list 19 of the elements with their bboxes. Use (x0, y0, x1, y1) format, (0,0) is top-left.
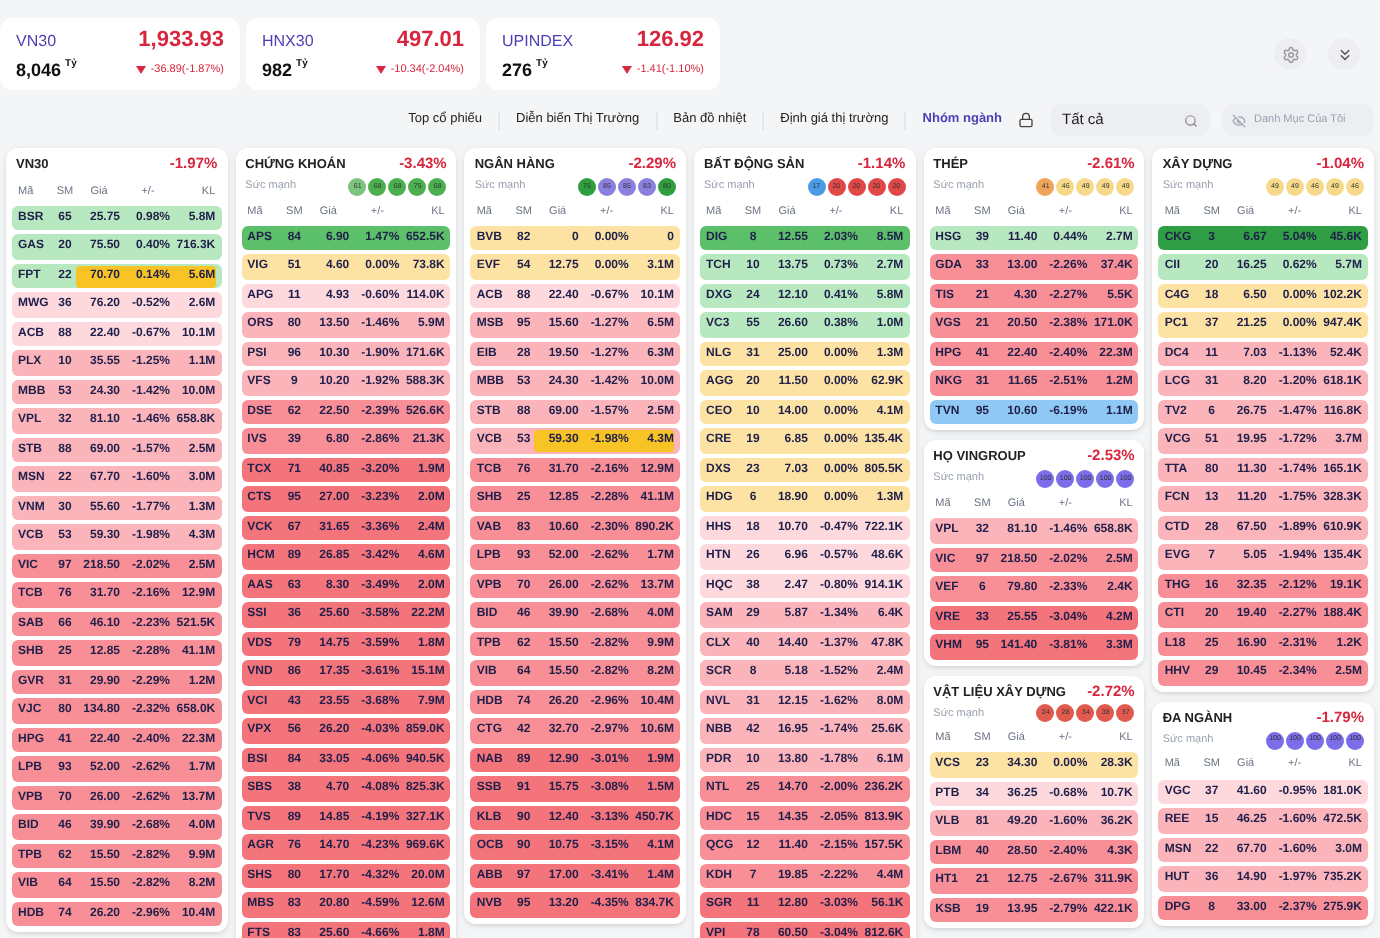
index-volume: 982 (262, 57, 293, 83)
index-name: HNX30 (262, 30, 314, 54)
index-name: VN30 (16, 30, 57, 54)
collapse-button[interactable] (1328, 38, 1360, 70)
settings-button[interactable] (1274, 38, 1306, 70)
down-triangle-icon (136, 66, 147, 75)
double-chevron-icon (1335, 45, 1353, 63)
search-icon (1184, 113, 1198, 127)
index-value: 126.92 (636, 26, 704, 56)
eye-off-icon (1232, 113, 1246, 127)
down-triangle-icon (622, 66, 633, 75)
lock-icon[interactable] (1018, 112, 1034, 128)
index-value: 1,933.93 (138, 26, 224, 56)
index-volume: 8,046 (16, 57, 62, 83)
settings-icon (1281, 45, 1299, 63)
index-name: UPINDEX (502, 30, 574, 54)
down-triangle-icon (376, 66, 387, 75)
index-volume: 276 (502, 57, 533, 83)
index-value: 497.01 (396, 26, 464, 56)
